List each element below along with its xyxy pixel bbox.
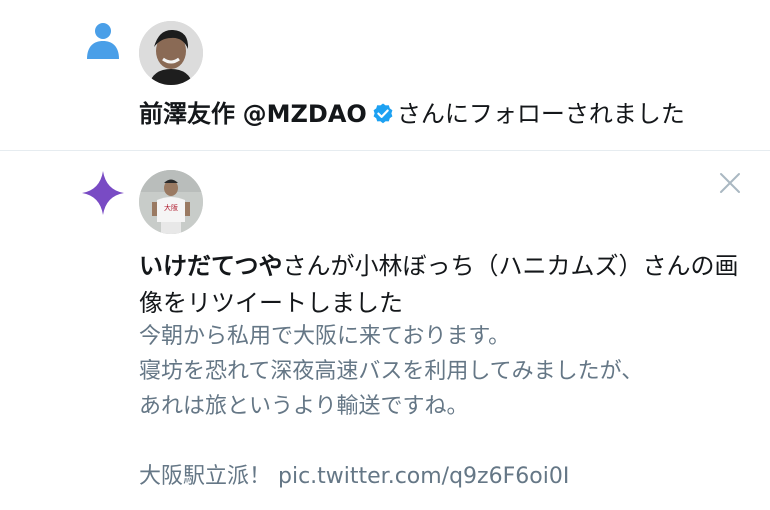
user-name[interactable]: いけだてつや	[139, 252, 283, 280]
tweet-text[interactable]: 今朝から私用で大阪に来ております。 寝坊を恐れて深夜高速バスを利用してみましたが…	[139, 319, 759, 494]
sparkle-icon	[82, 171, 124, 215]
user-handle[interactable]: @MZDAO	[243, 100, 367, 128]
action-text: さんにフォローされました	[396, 100, 685, 128]
verified-badge-icon	[373, 103, 393, 124]
avatar[interactable]	[139, 21, 203, 85]
tweet-line: 寝坊を恐れて深夜高速バスを利用してみましたが、	[139, 359, 644, 384]
notification-retweet[interactable]: 大阪 いけだてつやさんが小林ぼっち（ハニカムズ）さんの画像をリツイートしました …	[0, 151, 770, 510]
notification-text: 前澤友作 @MZDAO さんにフォローされました	[139, 96, 685, 132]
user-name[interactable]: 前澤友作	[139, 100, 235, 128]
avatar[interactable]: 大阪	[139, 170, 203, 234]
notification-text: いけだてつやさんが小林ぼっち（ハニカムズ）さんの画像をリツイートしました	[139, 248, 739, 322]
tweet-line: 今朝から私用で大阪に来ております。	[139, 324, 511, 349]
tweet-footer: 大阪駅立派！ pic.twitter.com/q9z6F6oi0I	[139, 464, 570, 489]
notification-follow[interactable]: 前澤友作 @MZDAO さんにフォローされました	[0, 0, 770, 150]
svg-text:大阪: 大阪	[164, 203, 178, 212]
person-icon	[87, 23, 119, 59]
close-icon[interactable]	[717, 170, 743, 196]
tweet-line: あれは旅というより輸送ですね。	[139, 394, 469, 419]
